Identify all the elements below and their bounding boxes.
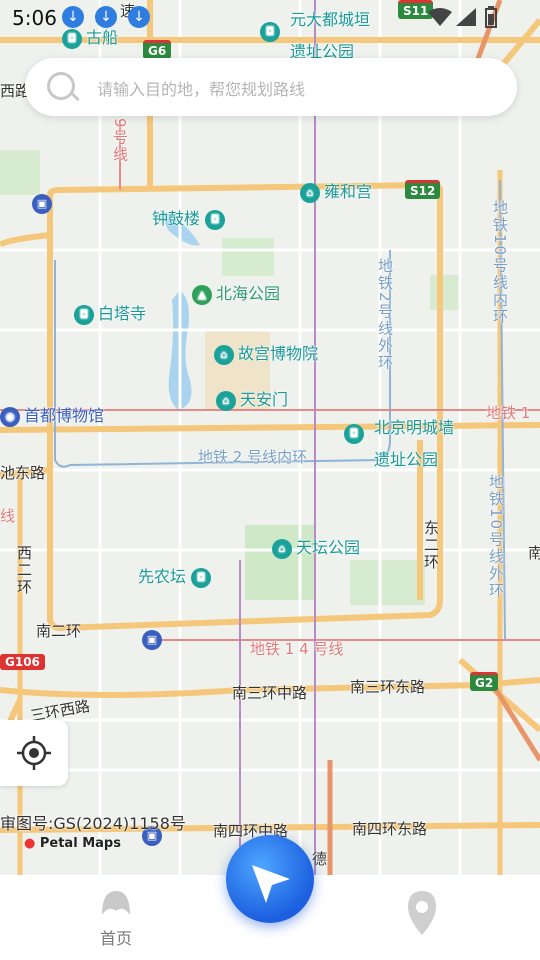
poi-tiantan[interactable]: ⌂ 天坛公园	[272, 534, 360, 559]
museum-icon: ◉	[0, 406, 20, 427]
nav-home-label: 首页	[99, 929, 132, 948]
search-icon	[47, 72, 75, 100]
temple-icon: ⌂	[300, 182, 320, 203]
poi-xiannong[interactable]: 先农坛 ◘	[138, 563, 215, 588]
signal-icon	[456, 8, 476, 26]
map-brand: ● Petal Maps	[24, 836, 121, 851]
poi-mingcheng[interactable]: ◘ 北京明城墙 遗址公园	[344, 414, 454, 469]
temple-icon: ⌂	[216, 390, 236, 411]
home-icon	[102, 891, 130, 915]
metro-line10-in: 地铁10号线内环	[491, 200, 509, 326]
camera-icon: ◘	[205, 209, 226, 230]
metro-line10-out: 地铁10号线外环	[487, 474, 505, 600]
metro-line14: 地铁 1 4 号线	[250, 640, 344, 658]
shield-g6: G6	[143, 40, 172, 59]
status-bar: 5:06 ↓ ↓ ↓	[0, 0, 540, 34]
poi-zhonggulou[interactable]: 钟鼓楼 ◘	[152, 205, 229, 230]
metro-xian: 线	[0, 507, 16, 525]
navigation-arrow-icon	[252, 865, 290, 903]
search-bar[interactable]: 请输入目的地，帮您规划路线	[25, 58, 517, 116]
shield-g106: G106	[0, 654, 45, 670]
poi-baita[interactable]: ◘ 白塔寺	[74, 300, 146, 325]
metro-line9: 9号线	[111, 118, 129, 164]
navigate-button[interactable]	[226, 835, 314, 923]
location-pin-icon	[408, 891, 436, 935]
nav-profile[interactable]	[406, 889, 438, 943]
download-icon: ↓	[95, 6, 117, 28]
road-dongerhuan: 东二环	[422, 520, 440, 571]
poi-shoudu[interactable]: ◉ 首都博物馆	[0, 402, 104, 427]
road-de: 德	[312, 850, 328, 868]
shield-g2: G2	[470, 672, 499, 691]
temple-icon: ⌂	[272, 538, 292, 559]
metro-line2-in: 地铁 2 号线内环	[198, 448, 308, 466]
poi-tiananmen[interactable]: ⌂ 天安门	[216, 386, 288, 411]
map-canvas	[0, 0, 540, 875]
bus-station-icon: ▣	[32, 194, 52, 214]
poi-yonghegong[interactable]: ⌂ 雍和宫	[300, 178, 372, 203]
camera-icon: ◘	[191, 567, 212, 588]
road-nansan-zhong: 南三环中路	[232, 684, 308, 702]
tree-icon: ▲	[192, 284, 212, 305]
road-nanerhuan: 南二环	[36, 622, 82, 640]
status-time: 5:06	[12, 6, 57, 30]
poi-beihai[interactable]: ▲ 北海公园	[192, 280, 280, 305]
download-icon: ↓	[62, 6, 84, 28]
road-xierhuan: 西二环	[15, 545, 33, 596]
search-placeholder: 请输入目的地，帮您规划路线	[97, 80, 306, 99]
metro-line2-out: 地铁2号线外环	[376, 258, 394, 372]
road-nan: 南	[528, 544, 540, 562]
road-nansan-dong: 南三环东路	[350, 678, 426, 696]
battery-icon	[485, 6, 497, 28]
road-chidong: 池东路	[0, 464, 46, 482]
crosshair-icon	[17, 736, 51, 770]
download-icon: ↓	[128, 6, 150, 28]
map-review-number: 审图号:GS(2024)1158号	[0, 814, 186, 833]
road-nansi-dong: 南四环东路	[352, 820, 428, 838]
nav-home[interactable]: 首页	[88, 887, 144, 949]
temple-icon: ⌂	[214, 344, 234, 365]
locate-button[interactable]	[0, 720, 68, 786]
pin-icon: ●	[24, 836, 36, 851]
shield-s12: S12	[405, 180, 441, 199]
poi-gugong[interactable]: ⌂ 故宫博物院	[214, 340, 318, 365]
camera-icon: ◘	[74, 304, 94, 325]
map-view[interactable]: ◘ 古船 ◘ 元大都城垣 遗址公园 ⌂ 雍和宫 钟鼓楼 ◘ ▲ 北海公园 ◘ 白塔寺 ⌂ 故宫…	[0, 0, 540, 875]
camera-icon: ◘	[344, 424, 364, 444]
train-station-icon: ▣	[142, 630, 162, 650]
wifi-icon	[428, 8, 452, 26]
metro-line1: 地铁 1	[486, 404, 531, 422]
